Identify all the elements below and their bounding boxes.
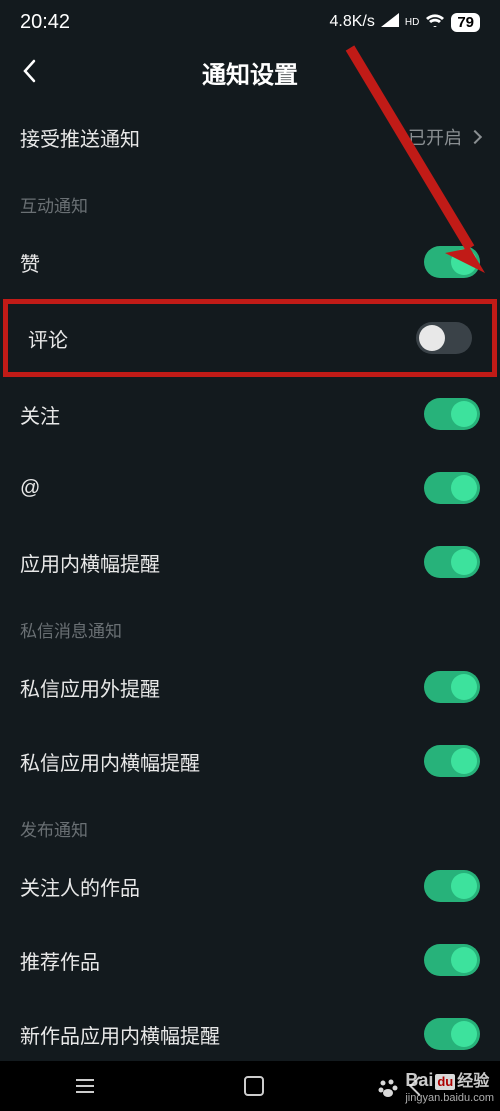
nav-home-icon[interactable] — [244, 1076, 264, 1096]
status-bar: 20:42 4.8K/s HD 79 — [0, 0, 500, 44]
nav-recent-icon[interactable] — [74, 1077, 96, 1095]
toggle-knob — [419, 325, 445, 351]
toggle-recommended-works[interactable] — [424, 944, 480, 976]
watermark-url: jingyan.baidu.com — [405, 1092, 494, 1105]
row-label: 评论 — [28, 324, 68, 353]
row-recommended-works: 推荐作品 — [0, 923, 500, 997]
toggle-at[interactable] — [424, 472, 480, 504]
row-follow: 关注 — [0, 377, 500, 451]
row-label: 赞 — [20, 248, 40, 277]
section-dm: 私信消息通知 — [0, 599, 500, 650]
battery-indicator: 79 — [451, 13, 480, 32]
row-dm-banner: 私信应用内横幅提醒 — [0, 724, 500, 798]
wm-cn: 经验 — [457, 1072, 489, 1091]
toggle-knob — [451, 873, 477, 899]
row-label: 私信应用外提醒 — [20, 673, 160, 702]
row-value: 已开启 — [408, 124, 480, 150]
row-like: 赞 — [0, 225, 500, 299]
net-speed: 4.8K/s — [330, 13, 375, 31]
signal-icon — [381, 13, 399, 32]
toggle-knob — [451, 401, 477, 427]
row-label: 关注人的作品 — [20, 872, 140, 901]
toggle-knob — [451, 1021, 477, 1047]
row-dm-external: 私信应用外提醒 — [0, 650, 500, 724]
toggle-knob — [451, 249, 477, 275]
toggle-follow[interactable] — [424, 398, 480, 430]
row-followed-works: 关注人的作品 — [0, 849, 500, 923]
row-at: @ — [0, 451, 500, 525]
row-inapp-banner: 应用内横幅提醒 — [0, 525, 500, 599]
toggle-knob — [451, 549, 477, 575]
status-time: 20:42 — [20, 11, 70, 34]
page-header: 通知设置 — [0, 44, 500, 100]
row-label: @ — [20, 477, 40, 500]
chevron-right-icon — [468, 130, 482, 144]
row-label: 关注 — [20, 400, 60, 429]
toggle-newwork-banner[interactable] — [424, 1018, 480, 1050]
toggle-knob — [451, 748, 477, 774]
toggle-inapp-banner[interactable] — [424, 546, 480, 578]
page-title: 通知设置 — [202, 55, 298, 90]
push-status-text: 已开启 — [408, 124, 462, 150]
section-interactive: 互动通知 — [0, 174, 500, 225]
wm-du: du — [435, 1074, 455, 1090]
toggle-knob — [451, 947, 477, 973]
highlight-annotation: 评论 — [3, 299, 497, 377]
toggle-knob — [451, 674, 477, 700]
hd-indicator: HD — [405, 17, 419, 28]
row-label: 接受推送通知 — [20, 123, 140, 152]
wm-bai: Bai — [405, 1070, 433, 1092]
row-label: 私信应用内横幅提醒 — [20, 747, 200, 776]
row-label: 推荐作品 — [20, 946, 100, 975]
row-push-notifications[interactable]: 接受推送通知 已开启 — [0, 100, 500, 174]
toggle-dm-banner[interactable] — [424, 745, 480, 777]
wifi-icon — [425, 13, 445, 32]
toggle-dm-external[interactable] — [424, 671, 480, 703]
row-newwork-banner: 新作品应用内横幅提醒 — [0, 997, 500, 1071]
back-button[interactable] — [14, 56, 44, 86]
row-comment: 评论 — [8, 304, 492, 372]
watermark: Bai du 经验 jingyan.baidu.com — [377, 1070, 494, 1105]
toggle-like[interactable] — [424, 246, 480, 278]
section-publish: 发布通知 — [0, 798, 500, 849]
row-label: 应用内横幅提醒 — [20, 548, 160, 577]
toggle-followed-works[interactable] — [424, 870, 480, 902]
toggle-comment[interactable] — [416, 322, 472, 354]
row-label: 新作品应用内横幅提醒 — [20, 1020, 220, 1049]
toggle-knob — [451, 475, 477, 501]
status-right: 4.8K/s HD 79 — [330, 13, 481, 32]
paw-icon — [377, 1077, 399, 1099]
watermark-logo: Bai du 经验 — [405, 1070, 494, 1092]
